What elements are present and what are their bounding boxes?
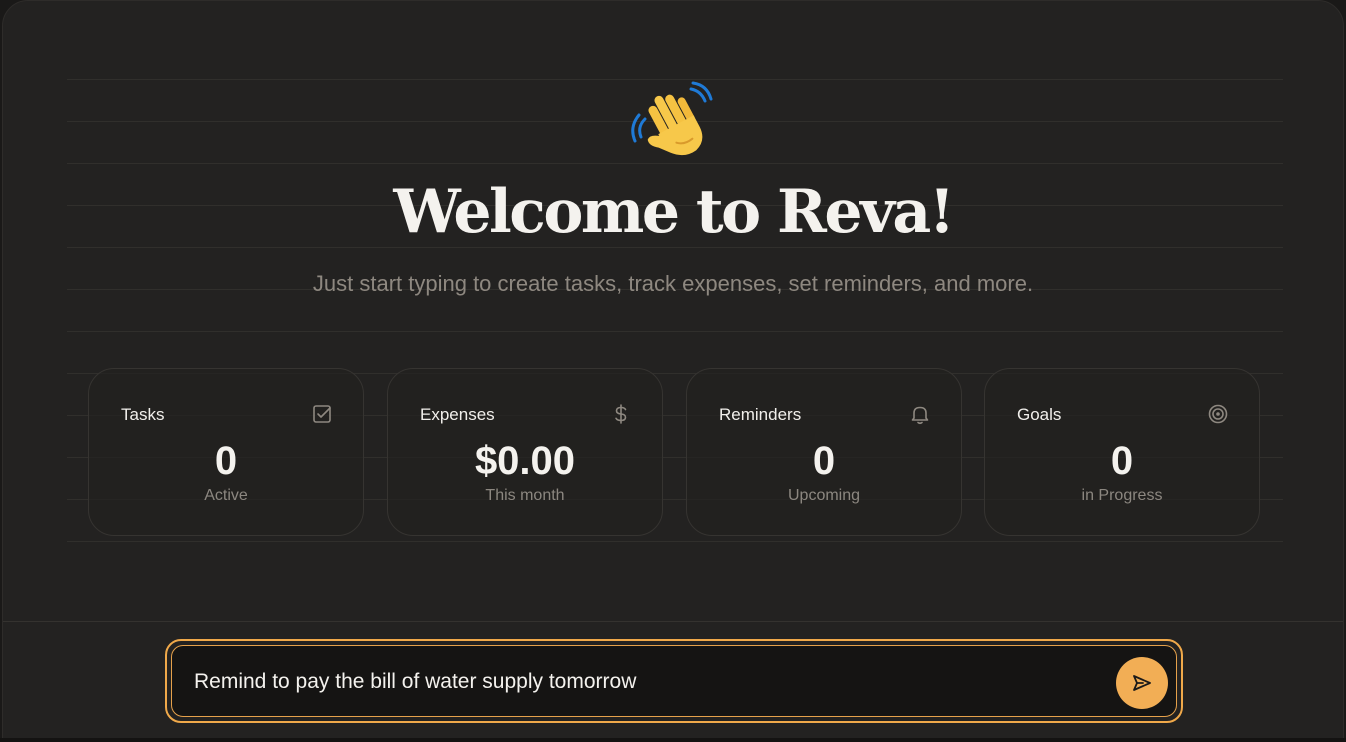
app-window: Welcome to Reva! Just start typing to cr… (2, 0, 1344, 740)
bottom-strip (0, 738, 1346, 742)
goals-card[interactable]: Goals 0 in Progress (984, 368, 1260, 536)
prompt-input[interactable] (192, 646, 1096, 718)
card-label: Tasks (121, 405, 165, 424)
welcome-title: Welcome to Reva! (393, 177, 955, 247)
welcome-subtitle: Just start typing to create tasks, track… (312, 271, 1034, 296)
card-value: 0 (1110, 439, 1134, 483)
dollar-icon (610, 403, 632, 425)
checkbox-icon (311, 403, 333, 425)
card-label: Reminders (719, 405, 802, 424)
card-sublabel: This month (485, 487, 565, 504)
send-icon (1133, 675, 1151, 691)
tasks-card[interactable]: Tasks 0 Active (88, 368, 364, 536)
card-sublabel: Active (204, 487, 248, 504)
composer-outline (165, 639, 1183, 723)
card-value: 0 (812, 439, 836, 483)
card-sublabel: Upcoming (787, 487, 861, 504)
send-button[interactable] (1116, 657, 1168, 709)
bell-icon (909, 403, 931, 425)
expenses-card[interactable]: Expenses $0.00 This month (387, 368, 663, 536)
card-label: Goals (1017, 405, 1062, 424)
card-value: 0 (214, 439, 238, 483)
reminders-card[interactable]: Reminders 0 Upcoming (686, 368, 962, 536)
card-label: Expenses (420, 405, 495, 424)
waving-hand-icon (631, 81, 719, 169)
card-value: $0.00 (474, 439, 576, 483)
composer-box (171, 645, 1177, 718)
target-icon (1207, 403, 1229, 425)
card-sublabel: in Progress (1081, 487, 1163, 504)
